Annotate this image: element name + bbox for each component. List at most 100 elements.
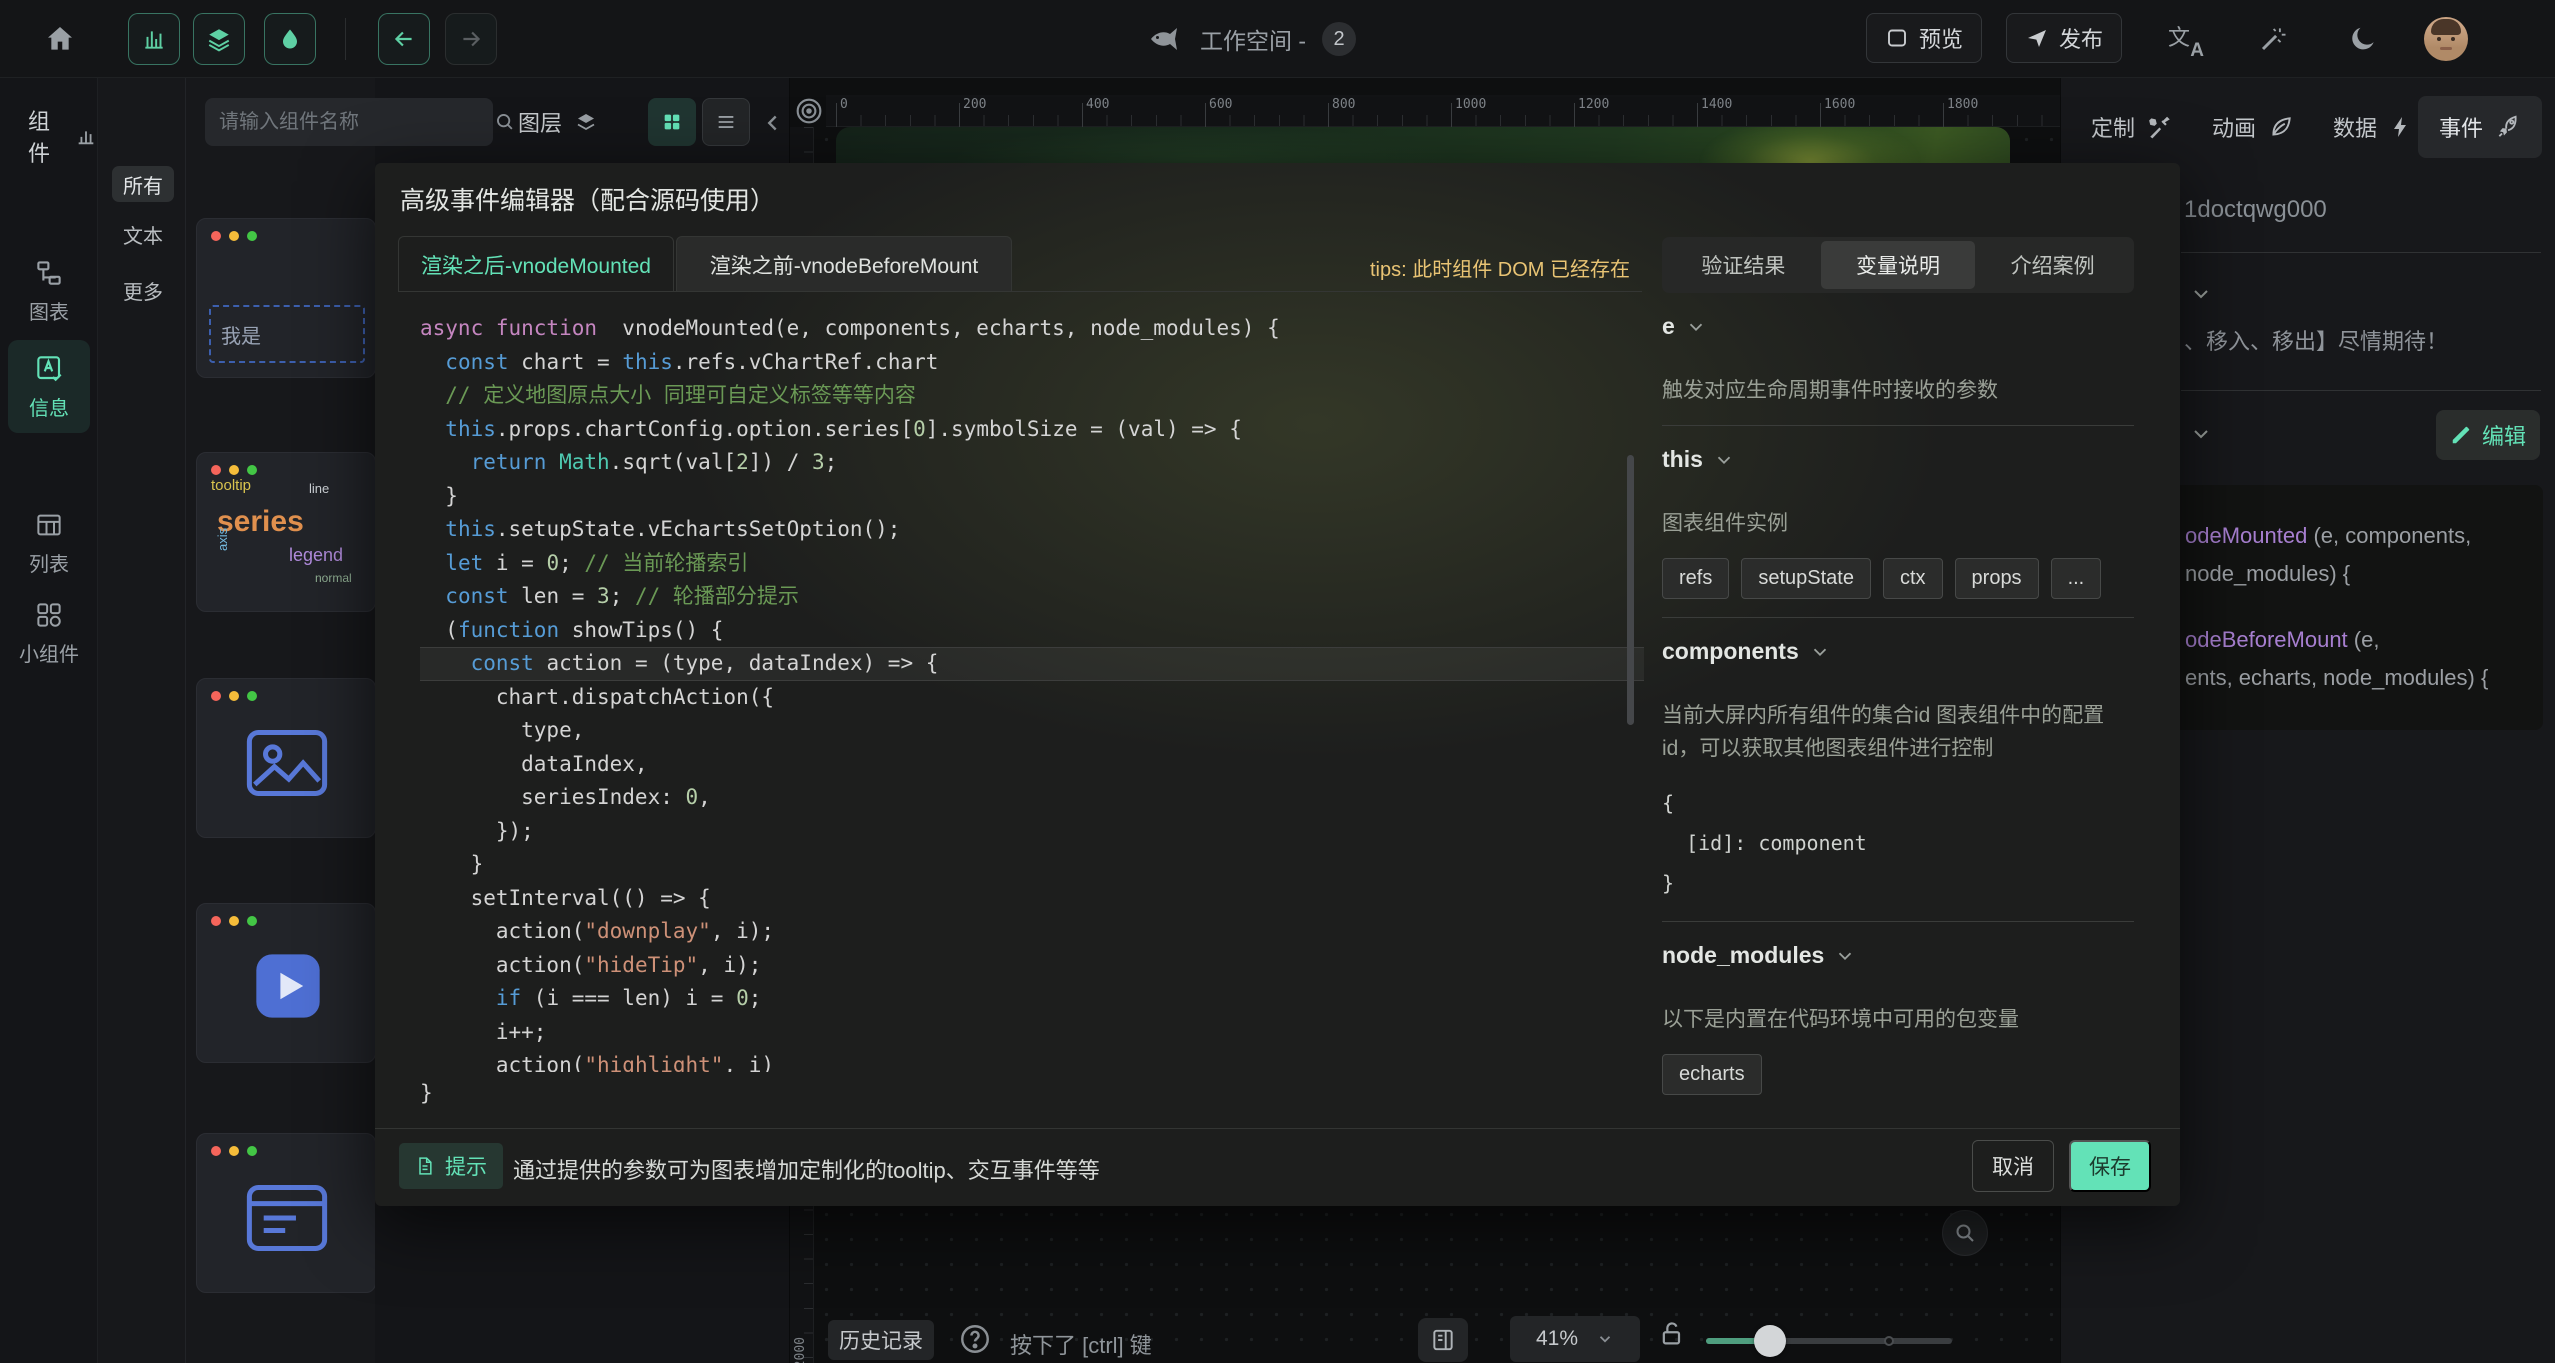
ruler-tick-label: 1600 — [1824, 97, 1855, 112]
component-card-text[interactable]: 我是 — [196, 218, 376, 378]
redo-button[interactable] — [445, 13, 497, 65]
category-item-1[interactable]: 文本 — [112, 216, 174, 252]
publish-label: 发布 — [2059, 22, 2103, 54]
code-line-10: const action = (type, dataIndex) => { — [420, 647, 1644, 681]
translate-icon[interactable]: 文 A — [2168, 24, 2202, 56]
docs-sections: e触发对应生命周期事件时接收的参数this图表组件实例refssetupStat… — [1662, 313, 2134, 1095]
component-card-wordcloud[interactable]: tooltiplineserieslegendaxisnormal — [196, 452, 376, 612]
wordcloud-word: series — [217, 505, 304, 539]
avatar[interactable] — [2424, 17, 2468, 61]
settings-tab-0[interactable]: 定制 — [2073, 96, 2191, 158]
publish-button[interactable]: 发布 — [2006, 13, 2122, 63]
component-card-browser[interactable] — [196, 1133, 376, 1293]
docs-section-title-components[interactable]: components — [1662, 638, 2134, 665]
chevron-down-icon — [1713, 449, 1735, 471]
chevron-down-icon — [1809, 641, 1831, 663]
section-chevron-down-icon-2[interactable] — [2189, 422, 2213, 446]
search-box — [205, 98, 493, 146]
settings-tab-label: 事件 — [2439, 111, 2483, 143]
edit-button[interactable]: 编辑 — [2436, 410, 2540, 460]
component-card-video[interactable] — [196, 903, 376, 1063]
zoom-slider-marker — [1884, 1336, 1894, 1346]
code-line-6: this.setupState.vEchartsSetOption(); — [420, 513, 1644, 547]
docs-section-title-e[interactable]: e — [1662, 313, 2134, 340]
history-button[interactable]: 历史记录 — [828, 1320, 934, 1360]
code-line-21: i++; — [420, 1016, 1644, 1050]
variable-tag[interactable]: setupState — [1741, 558, 1871, 599]
zoom-select[interactable]: 41% — [1510, 1316, 1640, 1362]
cancel-button[interactable]: 取消 — [1972, 1140, 2054, 1192]
variable-tag[interactable]: ... — [2051, 558, 2102, 599]
panel-toggle-button[interactable] — [1418, 1318, 1468, 1362]
image-component-icon — [244, 727, 330, 799]
section-chevron-down-icon[interactable] — [2189, 282, 2213, 306]
dark-mode-moon-icon[interactable] — [2348, 24, 2378, 54]
docs-pane: 验证结果变量说明介绍案例 e触发对应生命周期事件时接收的参数this图表组件实例… — [1662, 237, 2134, 1125]
docs-section-title-node_modules[interactable]: node_modules — [1662, 942, 2134, 969]
docs-section-code-components: { [id]: component } — [1662, 783, 2134, 903]
wordcloud-word: axis — [215, 528, 230, 551]
crosshair-icon[interactable] — [792, 94, 826, 128]
ruler-tick-label: 800 — [1332, 97, 1355, 112]
filter-button[interactable] — [264, 13, 316, 65]
home-icon[interactable] — [44, 23, 76, 55]
docs-tab-0[interactable]: 验证结果 — [1666, 241, 1821, 289]
variable-tag[interactable]: echarts — [1662, 1054, 1762, 1095]
fish-icon — [1148, 25, 1184, 53]
flowchart-icon — [34, 258, 64, 288]
docs-section-title-this[interactable]: this — [1662, 446, 2134, 473]
magnifier-button[interactable] — [1942, 1210, 1988, 1256]
preview-button[interactable]: 预览 — [1866, 13, 1982, 63]
pencil-icon — [2450, 424, 2472, 446]
category-item-2[interactable]: 更多 — [112, 272, 174, 308]
editor-scrollbar[interactable] — [1627, 455, 1634, 725]
wordcloud-word: tooltip — [211, 477, 251, 494]
component-card-image[interactable] — [196, 678, 376, 838]
sidebar-item-3[interactable]: 小组件 — [8, 588, 90, 679]
code-line-17: setInterval(() => { — [420, 882, 1644, 916]
chart-select-button[interactable] — [128, 13, 180, 65]
panel-divider-2 — [2181, 390, 2541, 391]
code-editor[interactable]: async function vnodeMounted(e, component… — [398, 300, 1644, 1072]
textcheck-icon — [33, 352, 65, 384]
docs-section-desc-node_modules: 以下是内置在代码环境中可用的包变量 — [1662, 1003, 2134, 1036]
settings-tab-3[interactable]: 事件 — [2418, 96, 2542, 158]
code-preview-block[interactable]: odeMounted (e, components,node_modules) … — [2121, 485, 2543, 730]
magic-wand-icon[interactable] — [2258, 24, 2288, 54]
cancel-label: 取消 — [1992, 1151, 2034, 1181]
editor-tab-0[interactable]: 渲染之后-vnodeMounted — [398, 236, 674, 292]
editor-trailing-line: } — [420, 1077, 433, 1111]
app-root: 工作空间 - 2 预览 发布 文 A — [0, 0, 2555, 1363]
collapse-panel-icon[interactable] — [760, 110, 786, 136]
undo-button[interactable] — [378, 13, 430, 65]
grid-view-button[interactable] — [648, 98, 696, 146]
variable-tag[interactable]: ctx — [1883, 558, 1943, 599]
category-item-0[interactable]: 所有 — [112, 166, 174, 202]
save-button[interactable]: 保存 — [2069, 1140, 2151, 1192]
list-view-button[interactable] — [702, 98, 750, 146]
settings-tab-2[interactable]: 数据 — [2314, 96, 2432, 158]
workspace-title-group: 工作空间 - 2 — [1148, 0, 1356, 78]
docs-tab-1[interactable]: 变量说明 — [1821, 241, 1976, 289]
sidebar-item-1[interactable]: 信息 — [8, 340, 90, 433]
lock-icon[interactable] — [1658, 1318, 1686, 1350]
question-icon[interactable] — [958, 1322, 992, 1356]
section-name: node_modules — [1662, 942, 1824, 969]
search-input[interactable] — [219, 111, 484, 134]
variable-tag[interactable]: refs — [1662, 558, 1729, 599]
docs-tab-2[interactable]: 介绍案例 — [1975, 241, 2130, 289]
sidebar-item-0[interactable]: 图表 — [8, 246, 90, 337]
settings-tab-label: 定制 — [2091, 111, 2135, 143]
footer-tip-text: 通过提供的参数可为图表增加定制化的tooltip、交互事件等等 — [513, 1153, 1100, 1185]
editor-tab-1[interactable]: 渲染之前-vnodeBeforeMount — [676, 236, 1012, 292]
variable-tag[interactable]: props — [1955, 558, 2039, 599]
section-divider — [1662, 921, 2134, 922]
zoom-slider-thumb[interactable] — [1754, 1325, 1786, 1357]
settings-tab-1[interactable]: 动画 — [2194, 96, 2312, 158]
search-icon[interactable] — [494, 111, 516, 133]
tip-badge-label: 提示 — [445, 1151, 487, 1181]
layers-button[interactable] — [193, 13, 245, 65]
sidebar-item-2[interactable]: 列表 — [8, 498, 90, 589]
zoom-slider-track[interactable] — [1706, 1338, 1952, 1344]
leaf-icon — [2268, 114, 2294, 140]
